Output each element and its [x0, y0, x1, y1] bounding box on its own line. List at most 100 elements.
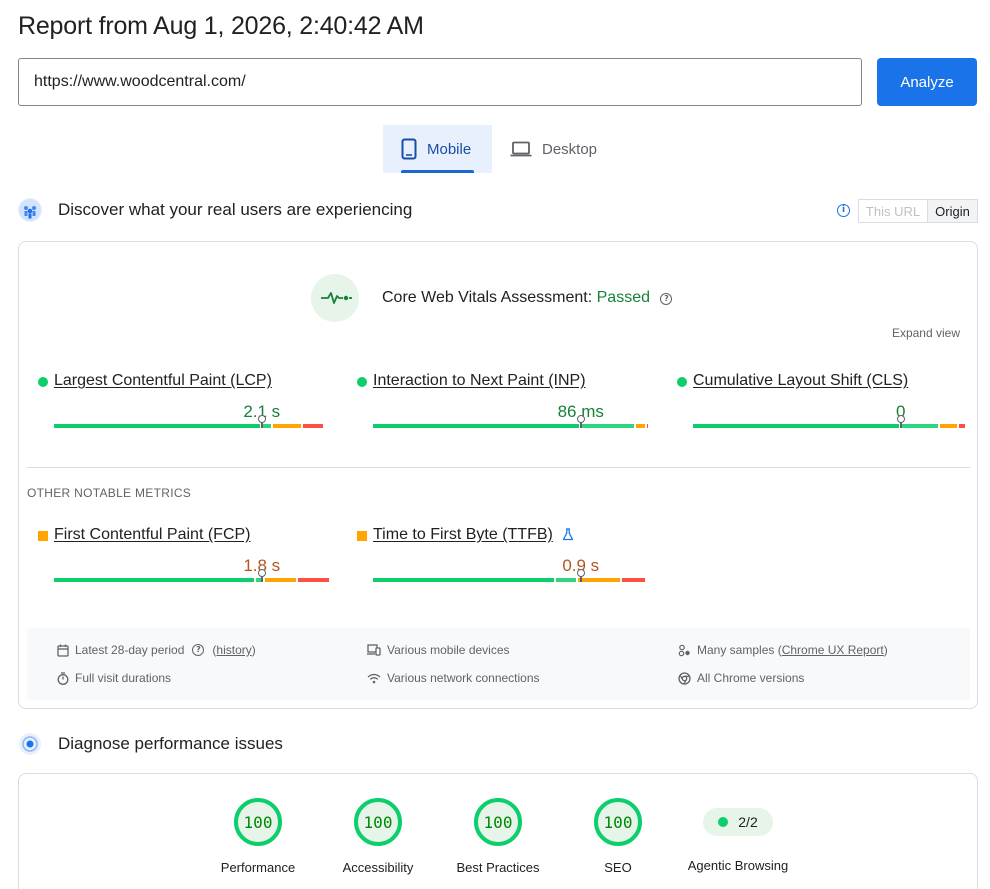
- distribution-bar: [54, 415, 331, 428]
- diagnose-heading: Diagnose performance issues: [58, 734, 283, 753]
- field-data-footer: Latest 28-day period ? (history) Various…: [27, 628, 970, 700]
- percentile-marker: [257, 569, 266, 577]
- footer-network-text: Various network connections: [387, 671, 540, 685]
- agentic-value: 2/2: [738, 814, 758, 830]
- score-gauge: 100: [594, 798, 642, 846]
- laptop-icon: [510, 141, 532, 157]
- tab-desktop[interactable]: Desktop: [508, 125, 608, 173]
- average-indicator: [38, 531, 48, 541]
- good-segment: [373, 578, 554, 582]
- good-indicator: [677, 377, 687, 387]
- flask-icon: [562, 528, 574, 541]
- wifi-icon: [367, 673, 381, 683]
- score-label: Best Practices: [456, 860, 540, 875]
- toggle-this-url[interactable]: This URL: [858, 199, 928, 223]
- expand-view-link[interactable]: Expand view: [892, 326, 960, 340]
- cwv-assessment: Core Web Vitals Assessment: Passed ?: [382, 289, 673, 307]
- page-title: Report from Aug 1, 2026, 2:40:42 AM: [18, 12, 424, 40]
- average-indicator: [357, 531, 367, 541]
- history-link[interactable]: history: [216, 643, 251, 657]
- good-segment: [580, 424, 635, 428]
- score-gauge: 100: [234, 798, 282, 846]
- poor-segment: [958, 424, 966, 428]
- calendar-icon: [57, 644, 69, 657]
- score-best-practices[interactable]: 100 Best Practices: [438, 798, 558, 875]
- good-segment: [900, 424, 938, 428]
- poor-segment: [647, 424, 649, 428]
- good-segment: [261, 424, 271, 428]
- distribution-bar: [373, 415, 650, 428]
- tab-active-indicator: [401, 170, 474, 173]
- score-agentic-browsing[interactable]: 2/2 Agentic Browsing: [678, 798, 798, 873]
- score-label: Accessibility: [342, 860, 414, 875]
- url-input[interactable]: [18, 58, 862, 106]
- footer-samples-suffix: ): [883, 643, 888, 657]
- samples-icon: [678, 644, 690, 656]
- distribution-bar: [693, 415, 970, 428]
- score-label: Performance: [220, 860, 296, 875]
- chrome-ux-report-link[interactable]: Chrome UX Report: [782, 643, 884, 657]
- score-label: SEO: [604, 860, 632, 875]
- footer-samples: Many samples (Chrome UX Report): [678, 643, 888, 657]
- needs-improvement-segment: [264, 578, 296, 582]
- tab-desktop-label: Desktop: [542, 140, 598, 158]
- footer-visits: Full visit durations: [57, 671, 171, 685]
- chrome-icon: [678, 671, 691, 685]
- footer-network: Various network connections: [367, 671, 540, 685]
- status-dot: [718, 817, 729, 827]
- cwv-assessment-status: Passed: [596, 289, 650, 306]
- good-segment: [54, 578, 255, 582]
- metric-name-link[interactable]: Largest Contentful Paint (LCP): [54, 372, 272, 390]
- info-icon[interactable]: i: [837, 204, 850, 217]
- good-segment: [54, 424, 260, 428]
- percentile-marker: [896, 415, 905, 423]
- devices-icon: [367, 644, 381, 656]
- cwv-assessment-label: Core Web Vitals Assessment:: [382, 289, 593, 306]
- metric-name-link[interactable]: Interaction to Next Paint (INP): [373, 372, 586, 390]
- distribution-bar: [54, 569, 331, 582]
- pulse-icon: [311, 274, 359, 322]
- metric-name-link[interactable]: Cumulative Layout Shift (CLS): [693, 372, 908, 390]
- tab-mobile[interactable]: Mobile: [383, 125, 492, 173]
- needs-improvement-segment: [939, 424, 957, 428]
- percentile-marker: [576, 569, 585, 577]
- help-icon[interactable]: ?: [660, 293, 673, 305]
- good-indicator: [38, 377, 48, 387]
- period-help-icon[interactable]: ?: [192, 644, 205, 656]
- footer-samples-prefix: Many samples (: [697, 643, 782, 657]
- divider: [27, 467, 970, 468]
- paren-close: ): [251, 643, 256, 657]
- agentic-pill: 2/2: [703, 808, 773, 836]
- score-gauge: 100: [474, 798, 522, 846]
- score-gauge: 100: [354, 798, 402, 846]
- score-seo[interactable]: 100 SEO: [558, 798, 678, 875]
- analyze-button[interactable]: Analyze: [877, 58, 977, 106]
- users-icon: [18, 198, 42, 222]
- needs-improvement-segment: [577, 578, 621, 582]
- good-segment: [555, 578, 576, 582]
- other-metrics-label: OTHER NOTABLE METRICS: [27, 486, 192, 500]
- footer-versions: All Chrome versions: [678, 671, 804, 685]
- score-performance[interactable]: 100 Performance: [198, 798, 318, 875]
- footer-period: Latest 28-day period ? (history): [57, 643, 256, 657]
- phone-icon: [401, 138, 417, 160]
- good-segment: [693, 424, 899, 428]
- metric-name-link[interactable]: Time to First Byte (TTFB): [373, 526, 553, 544]
- distribution-bar: [373, 569, 650, 582]
- footer-devices: Various mobile devices: [367, 643, 510, 657]
- good-indicator: [357, 377, 367, 387]
- good-segment: [373, 424, 579, 428]
- metric-name-link[interactable]: First Contentful Paint (FCP): [54, 526, 251, 544]
- needs-improvement-segment: [636, 424, 646, 428]
- footer-visits-text: Full visit durations: [75, 671, 172, 685]
- score-accessibility[interactable]: 100 Accessibility: [318, 798, 438, 875]
- diagnose-section-header: Diagnose performance issues: [18, 732, 283, 756]
- poor-segment: [622, 578, 646, 582]
- score-label: Agentic Browsing: [687, 858, 789, 873]
- percentile-marker: [576, 415, 585, 423]
- diagnose-icon: [18, 732, 42, 756]
- toggle-origin[interactable]: Origin: [927, 199, 978, 223]
- tab-mobile-label: Mobile: [427, 140, 472, 158]
- percentile-marker: [257, 415, 266, 423]
- diagnose-card: 100 Performance 100 Accessibility 100 Be…: [18, 773, 978, 889]
